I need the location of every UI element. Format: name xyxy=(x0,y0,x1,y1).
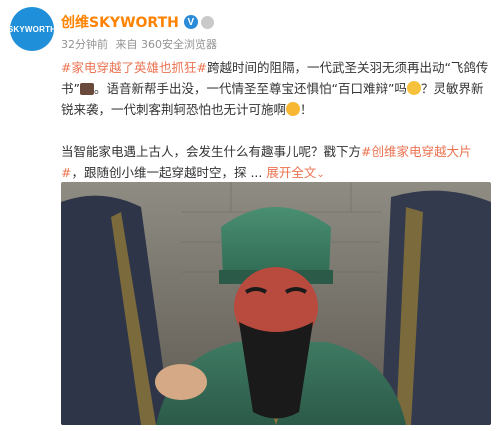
post-image[interactable] xyxy=(61,182,491,425)
post-text: 。语音新帮手出没，一代情圣至尊宝还惧怕“百口难辩”吗 xyxy=(93,81,407,96)
post-text: 当智能家电遇上古人，会发生什么有趣事儿呢？戳下方 xyxy=(61,144,362,159)
user-header: 创维SKYWORTH V xyxy=(61,12,214,32)
username[interactable]: 创维SKYWORTH xyxy=(61,12,179,32)
shocked-emoji-icon xyxy=(406,81,421,95)
post-source: 来自 360安全浏览器 xyxy=(115,38,218,51)
post-body: #家电穿越了英雄也抓狂#跨越时间的阻隔，一代武圣关羽无须再出动“飞鸽传书” 。语音… xyxy=(61,57,491,185)
tv-emoji-icon xyxy=(79,83,94,95)
verified-icon: V xyxy=(183,15,198,29)
post-text: ！ xyxy=(300,102,313,117)
post-time[interactable]: 32分钟前 xyxy=(61,38,108,51)
post-meta: 32分钟前 来自 360安全浏览器 xyxy=(61,36,221,52)
member-badge-icon xyxy=(200,15,214,29)
guan-yu-photo-illustration xyxy=(61,182,491,425)
thinking-emoji-icon xyxy=(286,102,301,116)
expand-full-text-link[interactable]: 展开全文⌄ xyxy=(266,165,324,180)
paragraph-1: #家电穿越了英雄也抓狂#跨越时间的阻隔，一代武圣关羽无须再出动“飞鸽传书” 。语音… xyxy=(61,57,491,120)
chevron-down-icon: ⌄ xyxy=(316,169,325,180)
avatar[interactable]: SKYWORTH xyxy=(8,7,56,51)
post-text: ，跟随创小维一起穿越时空，探 ... xyxy=(71,165,263,180)
hashtag-link[interactable]: #家电穿越了英雄也抓狂# xyxy=(61,60,207,75)
paragraph-2: 当智能家电遇上古人，会发生什么有趣事儿呢？戳下方#创维家电穿越大片#，跟随创小维… xyxy=(61,141,491,185)
